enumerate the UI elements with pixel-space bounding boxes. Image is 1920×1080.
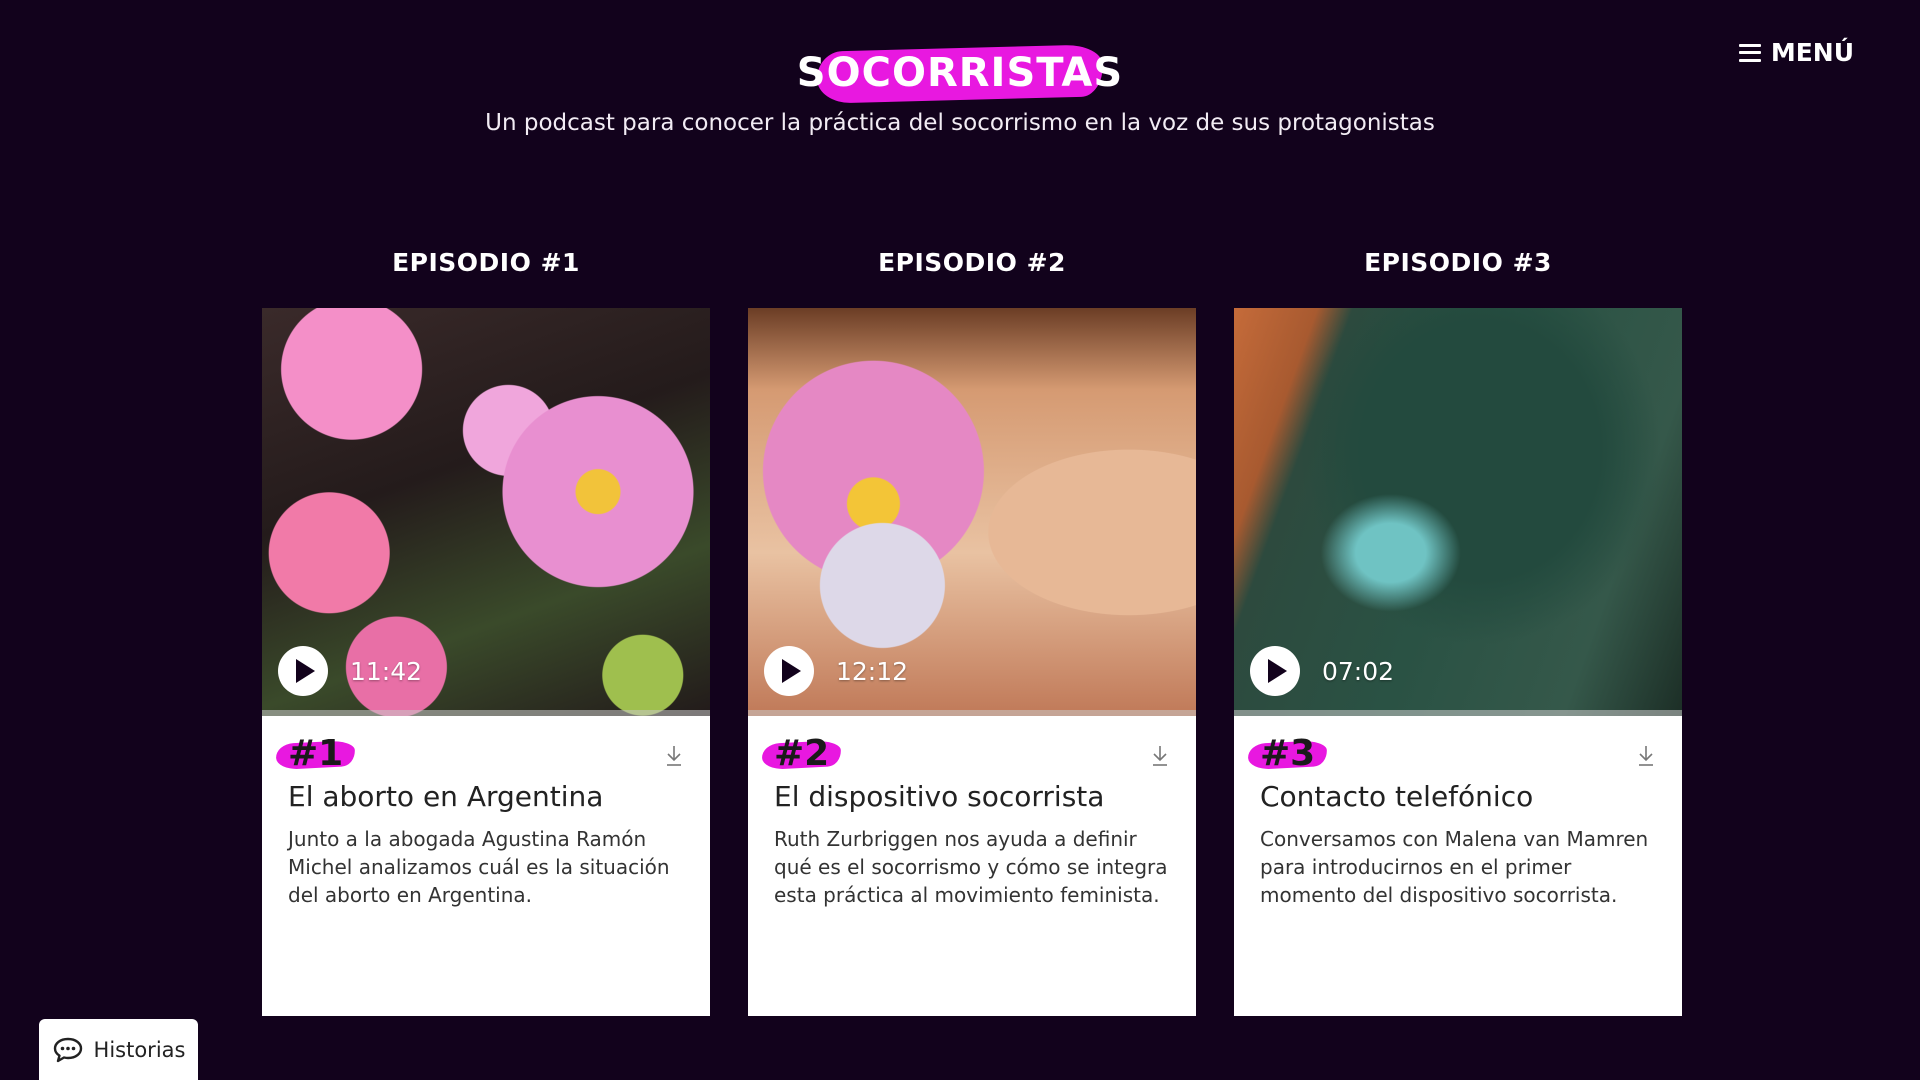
play-button[interactable] bbox=[1250, 646, 1300, 696]
audio-player: 07:02 bbox=[1250, 646, 1394, 696]
download-icon[interactable] bbox=[664, 744, 684, 768]
episode-cover-image: 07:02 bbox=[1234, 308, 1682, 716]
episode-card-body: #3 Contacto telefónico Conversamos con M… bbox=[1234, 716, 1682, 909]
episode-cover-image: 12:12 bbox=[748, 308, 1196, 716]
episode-title[interactable]: El dispositivo socorrista bbox=[774, 780, 1170, 813]
episode-description: Ruth Zurbriggen nos ayuda a definir qué … bbox=[774, 826, 1168, 907]
episode-column-2: EPISODIO #2 12:12 #2 El dispositivo soco… bbox=[748, 248, 1196, 1016]
episode-title[interactable]: Contacto telefónico bbox=[1260, 780, 1656, 813]
hamburger-icon bbox=[1738, 43, 1761, 62]
episode-duration: 07:02 bbox=[1322, 656, 1395, 686]
audio-player: 11:42 bbox=[278, 646, 422, 696]
episode-card[interactable]: 11:42 #1 El aborto en Argentina Junto a … bbox=[262, 308, 710, 1016]
episode-duration: 11:42 bbox=[350, 656, 423, 686]
play-icon bbox=[1268, 659, 1287, 683]
download-icon[interactable] bbox=[1636, 744, 1656, 768]
episode-heading: EPISODIO #1 bbox=[392, 248, 580, 277]
episode-description: Conversamos con Malena van Mamren para i… bbox=[1260, 826, 1649, 907]
episode-column-1: EPISODIO #1 11:42 #1 El aborto en Argent… bbox=[262, 248, 710, 1016]
episode-duration: 12:12 bbox=[836, 656, 909, 686]
stories-tab-button[interactable]: Historias bbox=[39, 1019, 198, 1080]
play-button[interactable] bbox=[764, 646, 814, 696]
episode-number-badge: #1 bbox=[275, 733, 356, 774]
episode-cover-image: 11:42 bbox=[262, 308, 710, 716]
site-header: SOCORRISTAS Un podcast para conocer la p… bbox=[0, 44, 1920, 136]
episode-card-body: #1 El aborto en Argentina Junto a la abo… bbox=[262, 716, 710, 909]
chat-bubble-icon bbox=[53, 1037, 82, 1062]
episode-title[interactable]: El aborto en Argentina bbox=[288, 780, 684, 813]
episode-heading: EPISODIO #2 bbox=[878, 248, 1066, 277]
menu-label: MENÚ bbox=[1770, 38, 1854, 67]
stories-tab-label: Historias bbox=[93, 1037, 186, 1062]
podcast-page: SOCORRISTAS Un podcast para conocer la p… bbox=[0, 0, 1920, 1080]
menu-button[interactable]: MENÚ bbox=[1738, 38, 1854, 67]
episode-card[interactable]: 12:12 #2 El dispositivo socorrista Ruth … bbox=[748, 308, 1196, 1016]
episode-card[interactable]: 07:02 #3 Contacto telefónico Conversamos… bbox=[1234, 308, 1682, 1016]
site-tagline: Un podcast para conocer la práctica del … bbox=[485, 110, 1435, 136]
episode-card-body: #2 El dispositivo socorrista Ruth Zurbri… bbox=[748, 716, 1196, 909]
episode-number: #2 bbox=[774, 733, 830, 774]
site-logo[interactable]: SOCORRISTAS bbox=[787, 44, 1133, 104]
episode-number-badge: #3 bbox=[1247, 733, 1328, 774]
site-title: SOCORRISTAS bbox=[796, 50, 1124, 96]
play-button[interactable] bbox=[278, 646, 328, 696]
audio-player: 12:12 bbox=[764, 646, 908, 696]
episode-number: #3 bbox=[1260, 733, 1316, 774]
download-icon[interactable] bbox=[1150, 744, 1170, 768]
episode-number-badge: #2 bbox=[761, 733, 842, 774]
episode-heading: EPISODIO #3 bbox=[1364, 248, 1552, 277]
episode-list: EPISODIO #1 11:42 #1 El aborto en Argent… bbox=[262, 248, 1682, 1016]
episode-number: #1 bbox=[288, 733, 344, 774]
episode-description: Junto a la abogada Agustina Ramón Michel… bbox=[288, 826, 670, 907]
play-icon bbox=[782, 659, 801, 683]
play-icon bbox=[296, 659, 315, 683]
episode-column-3: EPISODIO #3 07:02 #3 Contacto telefónico… bbox=[1234, 248, 1682, 1016]
